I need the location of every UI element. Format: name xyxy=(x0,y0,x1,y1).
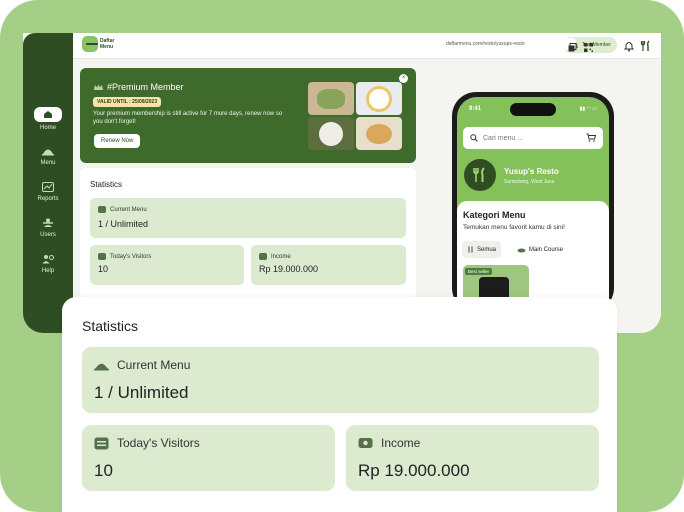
cart-icon[interactable] xyxy=(586,133,596,142)
income-card: Income Rp 19.000.000 xyxy=(251,245,406,285)
calendar-icon xyxy=(94,437,109,450)
chip-semua[interactable]: Semua xyxy=(462,241,502,258)
phone-time: 9:41 xyxy=(469,106,482,112)
valid-until-badge: VALID UNTIL : 25/08/2023 xyxy=(93,97,162,107)
visitors-card: Today's Visitors 10 xyxy=(82,425,335,491)
best-seller-badge: Best seller xyxy=(465,268,493,275)
utensils-icon xyxy=(473,167,485,182)
chip-label: Semua xyxy=(477,246,497,253)
bell-icon[interactable] xyxy=(623,39,635,52)
food-photo xyxy=(356,117,402,150)
menu-sheet: Kategori Menu Temukan menu favorit kamu … xyxy=(457,201,609,312)
brand-line-2: Menu xyxy=(100,44,114,50)
income-card: Income Rp 19.000.000 xyxy=(346,425,599,491)
food-photo xyxy=(356,82,402,115)
premium-banner: #Premium Member VALID UNTIL : 25/08/2023… xyxy=(80,68,416,163)
visitors-label: Today's Visitors xyxy=(110,253,152,260)
chip-main-course[interactable]: Main Course xyxy=(512,241,568,258)
qr-code-icon[interactable] xyxy=(584,39,593,52)
resto-logo xyxy=(464,159,496,191)
renew-now-button[interactable]: Renew Now xyxy=(94,134,141,148)
resto-location: Sumedang, West Java xyxy=(504,179,555,185)
food-photo-grid xyxy=(308,82,402,150)
current-menu-value: 1 / Unlimited xyxy=(94,383,189,402)
crown-icon xyxy=(94,84,103,90)
sidebar-item-reports[interactable]: Reports xyxy=(23,181,73,202)
cloche-icon xyxy=(94,363,109,371)
sidebar-item-users[interactable]: Users xyxy=(23,217,73,238)
dish-icon xyxy=(517,248,526,252)
statistics-panel-large: Statistics Current Menu 1 / Unlimited To… xyxy=(62,297,617,512)
statistics-title: Statistics xyxy=(90,180,123,189)
visitors-value: 10 xyxy=(98,264,109,274)
cloche-icon xyxy=(98,206,106,213)
utensils-icon xyxy=(468,246,473,253)
sidebar-item-help[interactable]: Help xyxy=(23,253,73,274)
sidebar-item-label: Menu xyxy=(40,160,56,166)
statistics-panel-small: Statistics Current Menu 1 / Unlimited To… xyxy=(80,168,416,298)
money-icon xyxy=(259,253,267,260)
menu-search-input[interactable]: Cari menu ... xyxy=(463,127,603,149)
sidebar-item-label: Help xyxy=(41,268,55,274)
preview-url: daftarmenu.com/resto/yusups-resto xyxy=(446,41,525,47)
current-menu-card: Current Menu 1 / Unlimited xyxy=(90,198,406,238)
chart-icon xyxy=(41,181,55,193)
statistics-title: Statistics xyxy=(82,318,139,334)
kategori-title: Kategori Menu xyxy=(463,210,526,220)
copy-icon[interactable] xyxy=(568,39,577,52)
sidebar: Home Menu Reports Users Help xyxy=(23,33,73,333)
income-label: Income xyxy=(381,436,421,450)
visitors-value: 10 xyxy=(94,461,113,480)
sidebar-item-home[interactable]: Home xyxy=(23,107,73,131)
home-icon xyxy=(34,107,62,122)
visitors-card: Today's Visitors 10 xyxy=(90,245,244,285)
search-placeholder: Cari menu ... xyxy=(483,134,524,142)
kategori-subtitle: Temukan menu favorit kamu di sini! xyxy=(463,224,565,231)
help-icon xyxy=(41,253,55,265)
signal-icon: ▮▮ ◠ ▭ xyxy=(579,106,597,112)
sidebar-item-menu[interactable]: Menu xyxy=(23,145,73,166)
phone-screen: 9:41 ▮▮ ◠ ▭ Cari menu ... Yusup's Resto … xyxy=(457,97,609,312)
money-icon xyxy=(358,438,373,448)
current-menu-card: Current Menu 1 / Unlimited xyxy=(82,347,599,413)
brand-logo[interactable]: Daftar Menu xyxy=(82,36,114,52)
visitors-label: Today's Visitors xyxy=(117,436,200,450)
banner-title: #Premium Member xyxy=(107,82,184,92)
banner-description: Your premium membership is still active … xyxy=(93,111,283,125)
phone-notch xyxy=(510,103,556,116)
utensils-icon[interactable] xyxy=(640,39,652,51)
calendar-icon xyxy=(98,253,106,260)
sidebar-item-label: Reports xyxy=(37,196,59,202)
phone-preview: 9:41 ▮▮ ◠ ▭ Cari menu ... Yusup's Resto … xyxy=(452,92,614,312)
food-photo xyxy=(308,117,354,150)
sidebar-item-label: Home xyxy=(39,125,56,131)
current-menu-value: 1 / Unlimited xyxy=(98,219,149,229)
resto-name: Yusup's Resto xyxy=(504,167,559,176)
sidebar-item-label: Users xyxy=(40,232,56,238)
search-icon xyxy=(470,134,478,142)
income-label: Income xyxy=(271,253,291,260)
cloche-icon xyxy=(41,145,55,157)
income-value: Rp 19.000.000 xyxy=(358,461,470,480)
income-value: Rp 19.000.000 xyxy=(259,264,319,274)
current-menu-label: Current Menu xyxy=(110,206,147,213)
food-photo xyxy=(308,82,354,115)
users-icon xyxy=(41,217,55,229)
chip-label: Main Course xyxy=(529,246,564,253)
logo-icon xyxy=(82,36,98,52)
current-menu-label: Current Menu xyxy=(117,358,191,372)
preview-url-bar[interactable]: daftarmenu.com/resto/yusups-resto xyxy=(441,38,576,50)
